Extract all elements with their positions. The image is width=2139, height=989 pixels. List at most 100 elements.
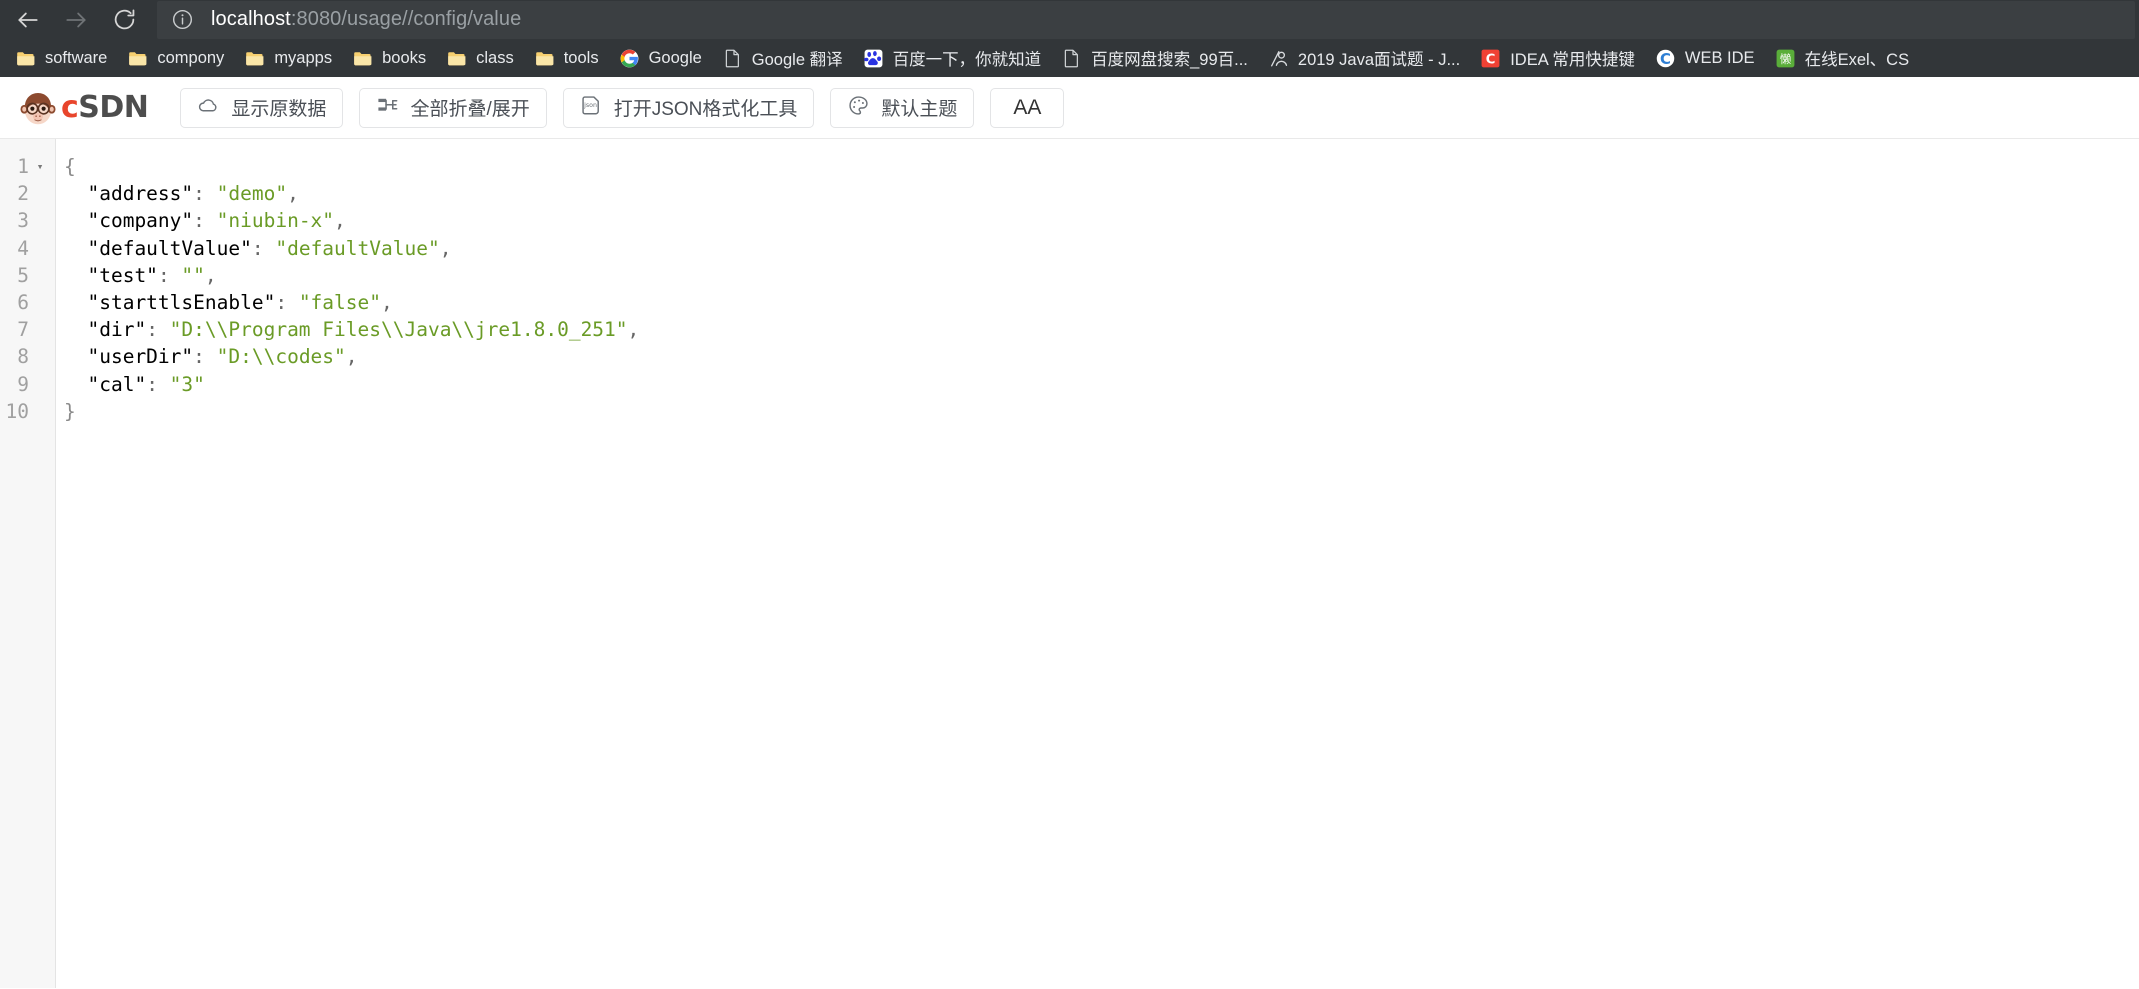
folder-icon [17, 51, 35, 65]
bookmark-item[interactable]: 懒在线Exel、CS [1766, 43, 1919, 73]
bookmark-item[interactable]: C WEB IDE [1646, 43, 1764, 73]
svg-text:C: C [1660, 49, 1671, 67]
code-line: "starttlsEnable": "false", [64, 289, 2139, 316]
bookmark-item[interactable]: tools [525, 43, 608, 73]
token-punct: : [251, 236, 276, 260]
bookmark-label: 百度一下，你就知道 [892, 51, 1042, 69]
show-raw-data-label: 显示原数据 [231, 99, 327, 120]
token-key: "company" [87, 209, 194, 233]
fold-toggle-line-1[interactable]: ▾ [33, 153, 47, 180]
info-circle-icon [172, 9, 192, 30]
address-bar[interactable]: localhost:8080/usage//config/value [157, 0, 2135, 39]
code-line: "address": "demo", [64, 180, 2139, 207]
palette-icon [847, 94, 870, 122]
arrow-left-icon [18, 12, 38, 27]
folder-icon [535, 51, 554, 65]
bookmarks-bar: software compony myapps books class tools Goog… [0, 39, 2139, 77]
bookmark-label: software [45, 48, 108, 67]
bookmark-label: 2019 Java面试题 - J... [1297, 51, 1461, 69]
collapse-expand-all-button[interactable]: 全部折叠/展开 [359, 87, 547, 128]
bookmark-item[interactable]: C IDEA 常用快捷键 [1471, 43, 1644, 73]
token-punct: : [193, 209, 217, 233]
line-number: 4 [17, 236, 29, 260]
bookmark-label: class [476, 48, 514, 67]
bookmark-item[interactable]: 百度一下，你就知道 [854, 43, 1051, 73]
folder-icon [246, 51, 264, 65]
font-size-button[interactable]: AA [990, 87, 1065, 128]
token-str: "D:\\codes" [216, 345, 346, 369]
line-number: 2 [17, 182, 29, 206]
folder-icon [354, 51, 372, 65]
svg-text:C: C [1486, 52, 1496, 67]
bookmark-item[interactable]: compony [118, 43, 233, 73]
forward-button[interactable] [52, 1, 100, 39]
bookmark-label: 百度网盘搜索_99百... [1091, 51, 1248, 69]
code-line: "company": "niubin-x", [64, 207, 2139, 234]
line-number: 5 [17, 263, 29, 287]
bookmark-label: Google [648, 48, 702, 67]
csdn-wordmark-c: c [61, 89, 79, 125]
token-punct: , [334, 209, 346, 233]
token-punct: , [204, 263, 217, 287]
bookmark-item[interactable]: books [343, 43, 435, 73]
code-pane[interactable]: { "address": "demo", "company": "niubin-… [56, 139, 2139, 988]
bookmark-item[interactable]: Google [610, 43, 711, 73]
svg-text:json: json [583, 102, 597, 109]
theme-button[interactable]: 默认主题 [830, 87, 975, 128]
csdn-logo[interactable]: cSDN [18, 88, 149, 128]
json-file-icon: json [580, 94, 603, 122]
back-button[interactable] [4, 1, 52, 39]
open-json-formatter-label: 打开JSON格式化工具 [613, 99, 798, 120]
theme-label: 默认主题 [881, 99, 958, 120]
bookmark-label: Google 翻译 [751, 51, 843, 69]
site-info-icon[interactable] [167, 5, 197, 35]
svg-text:懒: 懒 [1779, 52, 1790, 66]
csdn-wordmark-sdn: SDN [78, 89, 149, 125]
folder-icon [448, 51, 466, 65]
bookmark-item[interactable]: 百度网盘搜索_99百... [1052, 43, 1257, 73]
bookmark-item[interactable]: myapps [235, 43, 341, 73]
reload-icon [114, 9, 134, 30]
navigation-bar: localhost:8080/usage//config/value [0, 0, 2139, 39]
collapse-expand-all-label: 全部折叠/展开 [410, 99, 530, 120]
token-key: "starttlsEnable" [87, 290, 276, 314]
token-str: "niubin-x" [216, 209, 335, 233]
token-str: "3" [169, 372, 205, 396]
c-blue-icon: C [1656, 49, 1675, 67]
token-str: "demo" [216, 182, 288, 206]
code-line: "cal": "3" [64, 371, 2139, 398]
token-str: "" [181, 263, 205, 287]
bookmark-label: IDEA 常用快捷键 [1510, 51, 1635, 69]
url-path: :8080/usage//config/value [290, 8, 522, 30]
browser-chrome: localhost:8080/usage//config/value softw… [0, 0, 2139, 77]
arrow-right-icon [66, 12, 86, 27]
bookmark-label: tools [563, 48, 599, 67]
open-json-formatter-button[interactable]: json 打开JSON格式化工具 [562, 87, 815, 128]
bookmark-item[interactable]: class [437, 43, 523, 73]
bookmark-item[interactable]: software [6, 43, 116, 73]
lan-green-icon: 懒 [1776, 49, 1795, 67]
bookmark-label: compony [157, 48, 225, 67]
reload-button[interactable] [100, 1, 148, 39]
page-content: cSDN 显示原数据 全部折叠/展开 json 打开JSON格式化工具 默认主题… [0, 77, 2139, 989]
token-brace: } [64, 399, 76, 423]
cloud-icon [197, 94, 220, 122]
line-number: 10 [5, 399, 29, 423]
token-str: "D:\\Program Files\\Java\\jre1.8.0_251" [169, 318, 628, 342]
bookmark-item[interactable]: 2019 Java面试题 - J... [1259, 43, 1469, 73]
url-text: localhost:8080/usage//config/value [211, 8, 521, 31]
csdn-monkey-icon [20, 92, 56, 124]
token-punct: , [287, 182, 299, 206]
bookmark-item[interactable]: Google 翻译 [713, 43, 852, 73]
bookmark-label: books [382, 48, 427, 67]
token-punct: : [275, 290, 299, 314]
url-host: localhost [211, 8, 291, 30]
show-raw-data-button[interactable]: 显示原数据 [180, 87, 344, 128]
